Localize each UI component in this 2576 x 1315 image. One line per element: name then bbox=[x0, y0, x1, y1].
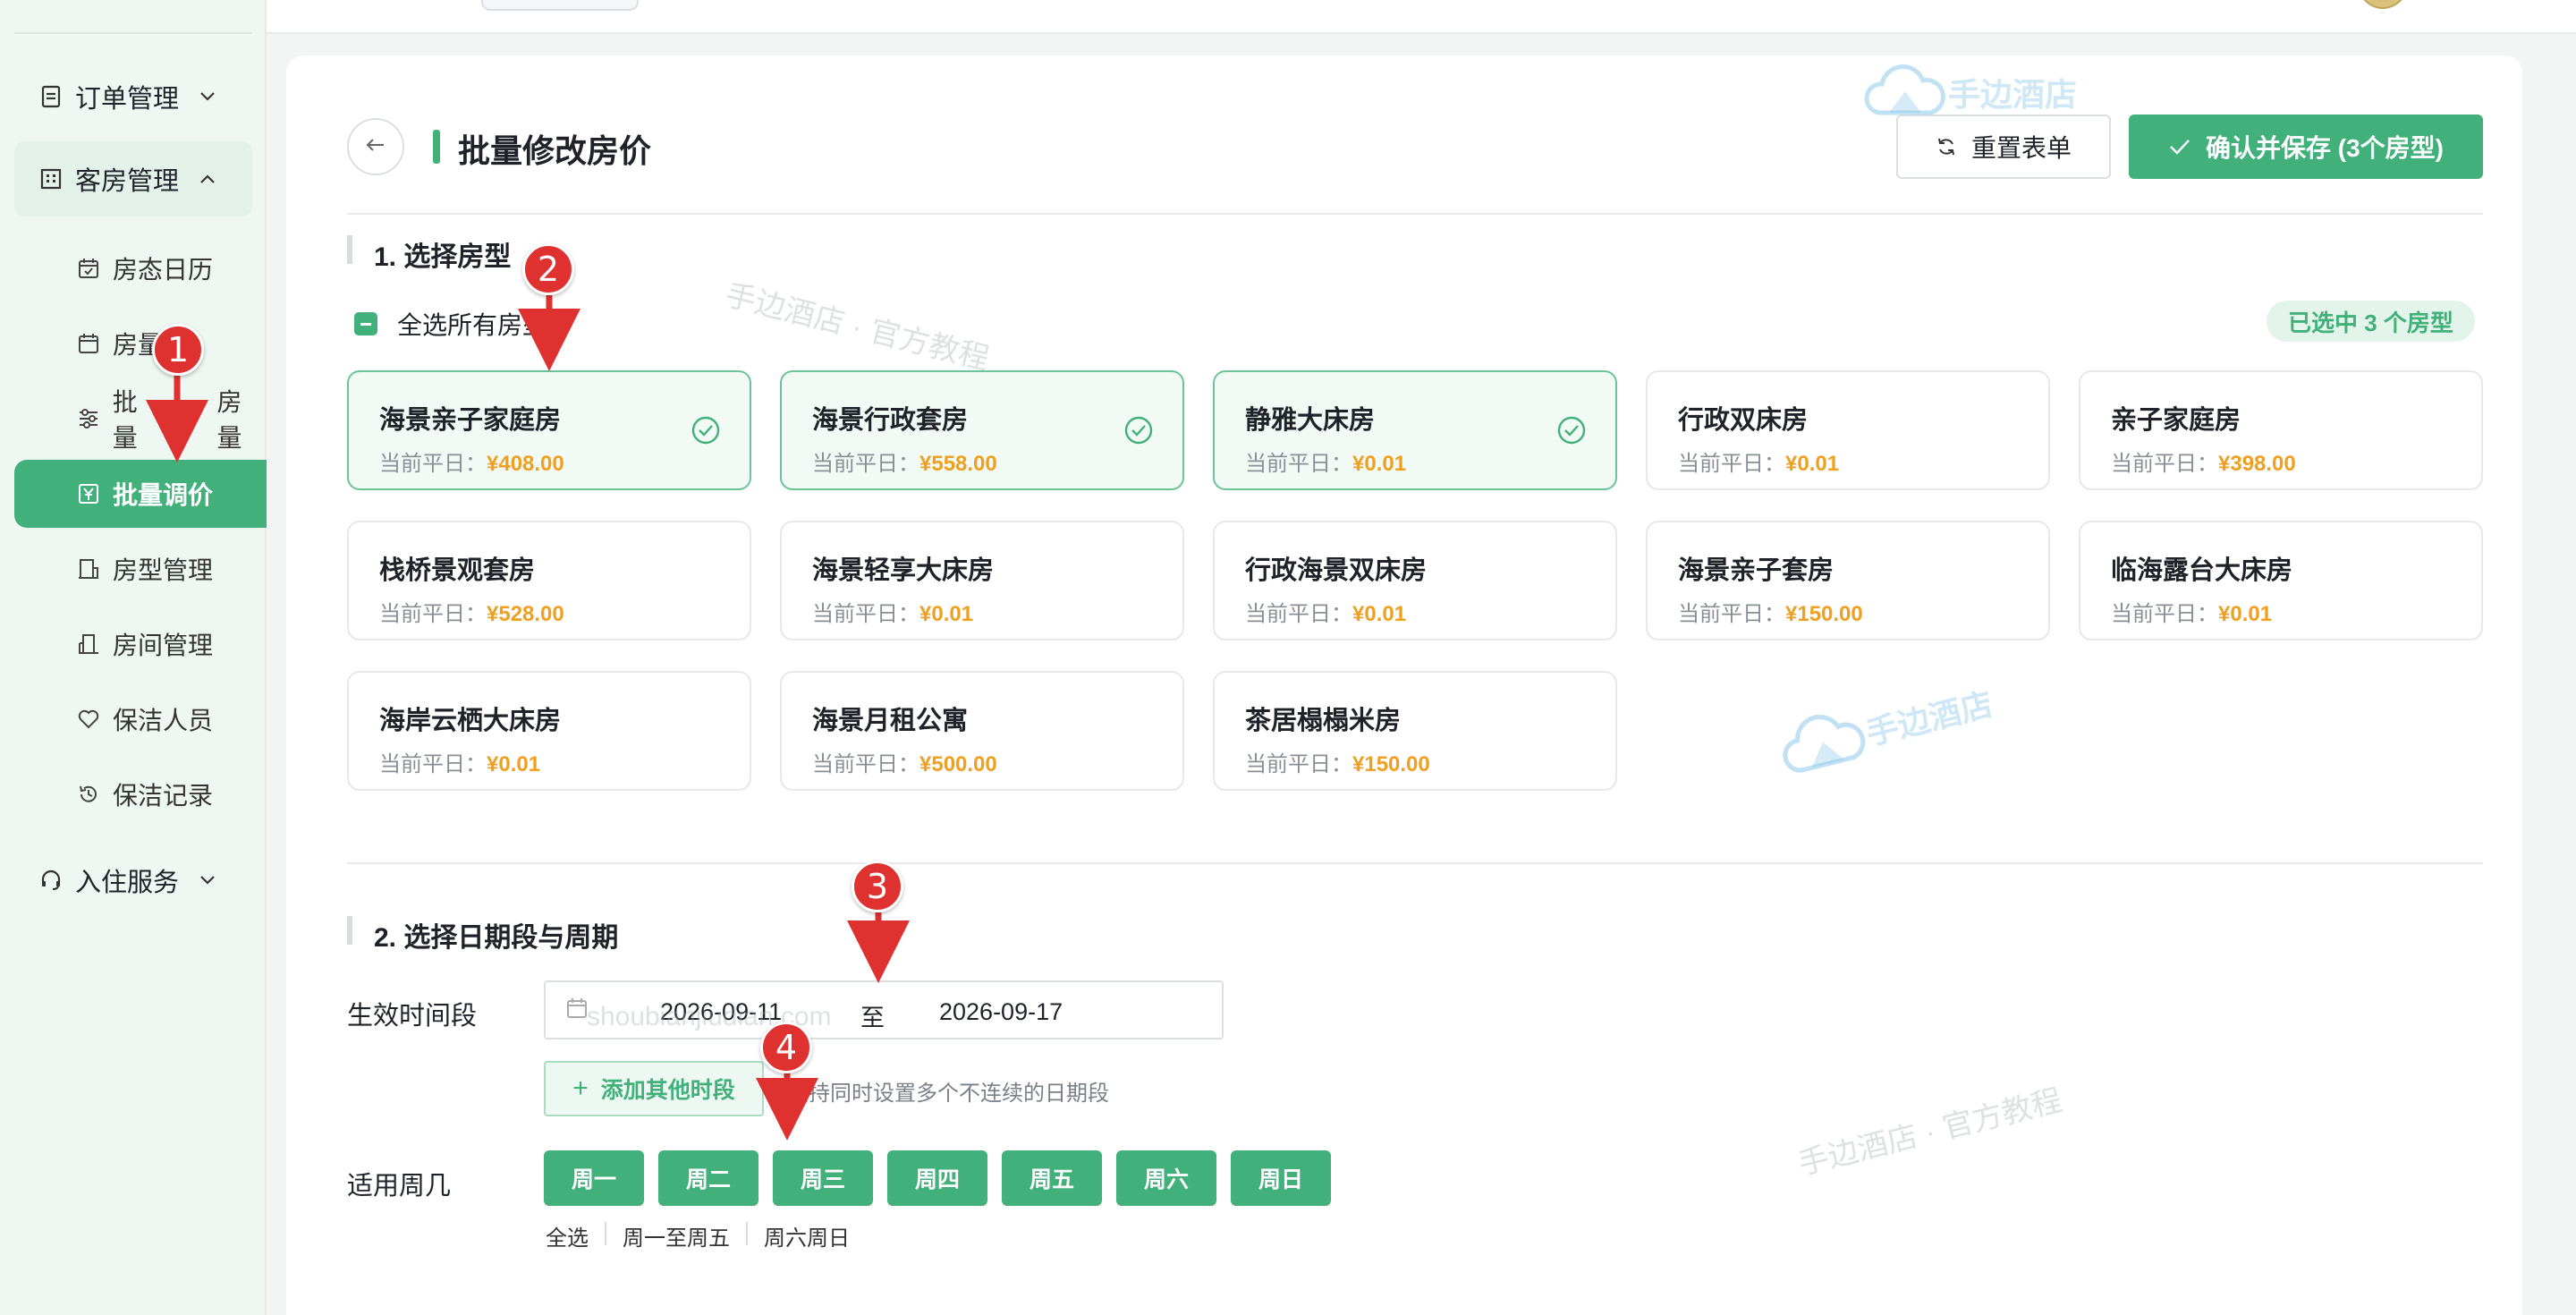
annotation-arrows bbox=[146, 295, 910, 1141]
annotation-marker-3: 3 bbox=[852, 861, 903, 912]
annotation-marker-2: 2 bbox=[522, 243, 574, 295]
annotation-marker-1: 1 bbox=[152, 324, 204, 376]
annotation-marker-4: 4 bbox=[760, 1022, 812, 1073]
